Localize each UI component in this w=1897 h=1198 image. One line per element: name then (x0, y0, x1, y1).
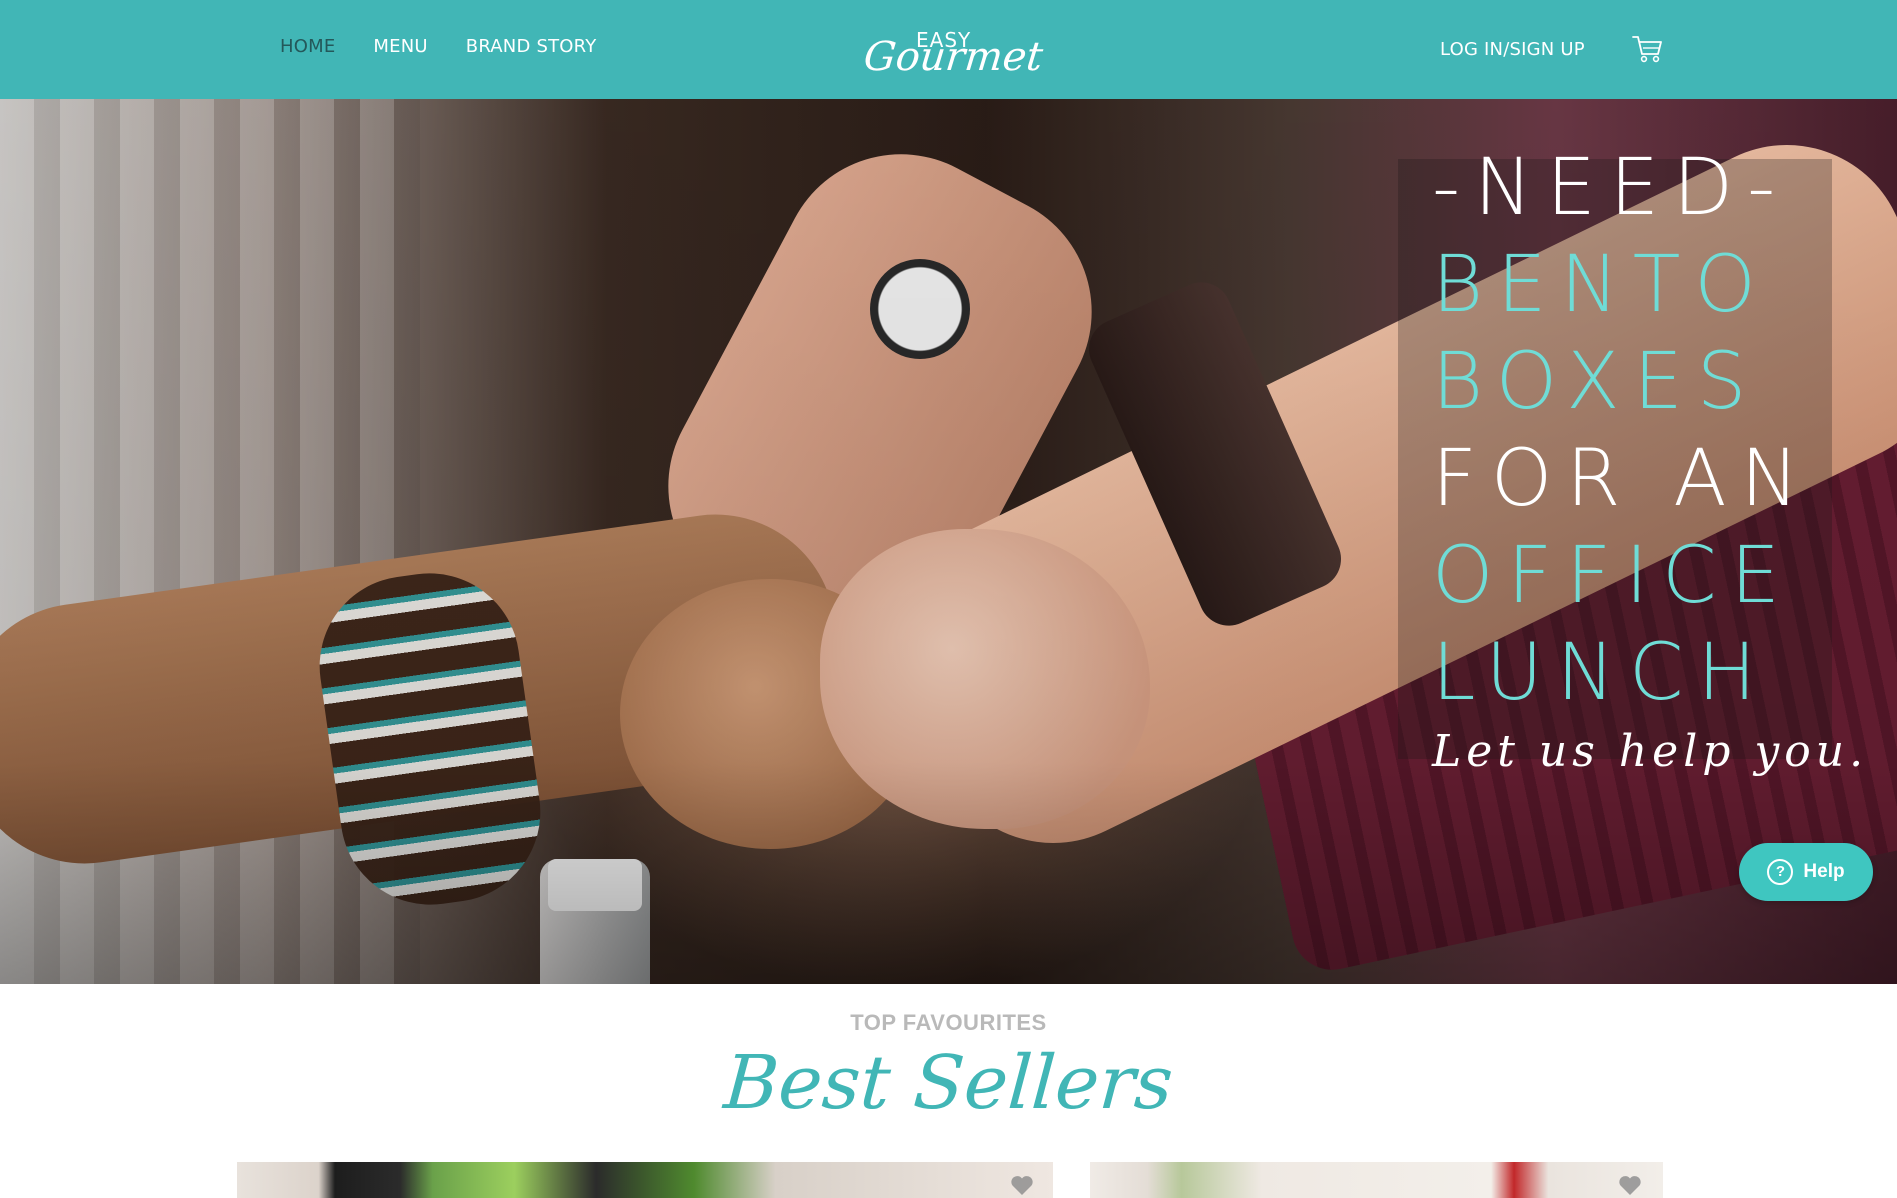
headline-line-lunch: LUNCH (1432, 628, 1771, 718)
headline-line-need: -NEED- (1432, 143, 1790, 233)
question-circle-icon: ? (1767, 859, 1794, 885)
hero-headline: -NEED- BENTO BOXES FOR AN OFFICE LUNCH L… (1432, 140, 1869, 777)
headline-line-bento: BENTO (1432, 240, 1770, 330)
heart-icon[interactable] (1009, 1172, 1035, 1198)
headline-line-for-an: FOR AN (1432, 434, 1813, 524)
nav-menu-link[interactable]: MENU (373, 36, 427, 57)
shopping-cart-icon[interactable] (1631, 32, 1665, 66)
section-title: Best Sellers (721, 1040, 1176, 1126)
logo-gourmet-text: Gourmet (861, 34, 1046, 80)
main-nav: HOME MENU BRAND STORY (280, 36, 596, 57)
help-label: Help (1803, 861, 1845, 882)
heart-icon[interactable] (1617, 1172, 1643, 1198)
headline-tagline: Let us help you. (1432, 726, 1869, 777)
headline-line-boxes: BOXES (1432, 337, 1761, 427)
help-button[interactable]: ? Help (1739, 843, 1873, 901)
section-kicker: TOP FAVOURITES (850, 1010, 1047, 1035)
easy-gourmet-logo[interactable]: EASY Gourmet (862, 14, 1045, 94)
login-signup-link[interactable]: LOG IN/SIGN UP (1440, 39, 1585, 60)
product-card[interactable] (1090, 1162, 1663, 1198)
nav-home-link[interactable]: HOME (280, 36, 335, 57)
nav-brand-story-link[interactable]: BRAND STORY (466, 36, 597, 57)
account-nav: LOG IN/SIGN UP (1440, 32, 1665, 66)
headline-line-office: OFFICE (1432, 531, 1794, 621)
top-navigation-bar: HOME MENU BRAND STORY EASY Gourmet LOG I… (0, 0, 1897, 99)
product-card[interactable] (237, 1162, 1053, 1198)
page: HOME MENU BRAND STORY EASY Gourmet LOG I… (0, 0, 1897, 1198)
